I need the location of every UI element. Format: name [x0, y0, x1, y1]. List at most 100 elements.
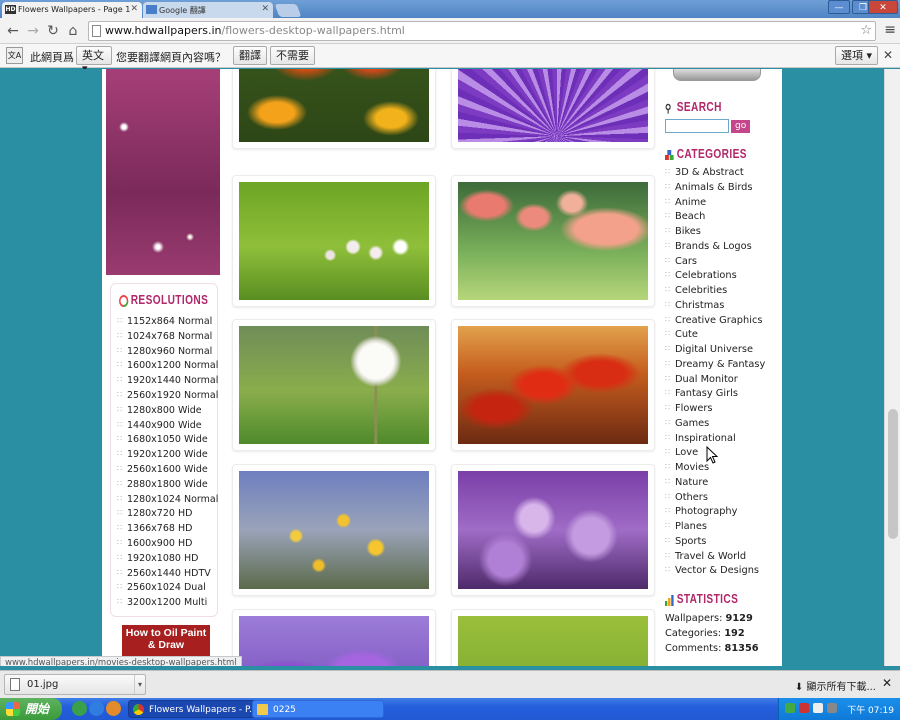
show-all-downloads-link[interactable]: ⬇ 顯示所有下載... — [795, 678, 876, 693]
resolution-link[interactable]: 3200x1200 Multi — [117, 597, 217, 612]
category-link[interactable]: Digital Universe — [665, 344, 770, 359]
category-link[interactable]: Fantasy Girls — [665, 388, 770, 403]
resolution-link[interactable]: 2560x1440 HDTV — [117, 568, 217, 583]
wallpaper-thumbnail-white-clover[interactable] — [232, 175, 436, 307]
no-thanks-button[interactable]: 不需要 — [270, 46, 315, 65]
category-link[interactable]: Vector & Designs — [665, 565, 770, 580]
wallpaper-thumbnail-orange-marigolds[interactable] — [232, 69, 436, 149]
tab-google-translate[interactable]: Google 翻譯 ✕ — [143, 2, 273, 18]
forward-arrow-icon[interactable]: → — [24, 22, 42, 40]
category-link[interactable]: Bikes — [665, 226, 770, 241]
category-link[interactable]: Beach — [665, 211, 770, 226]
category-link[interactable]: Photography — [665, 506, 770, 521]
resolution-link[interactable]: 1920x1440 Normal — [117, 375, 218, 390]
quicklaunch-icon[interactable] — [72, 701, 87, 716]
resolution-link[interactable]: 1600x900 HD — [117, 538, 217, 553]
taskbar-clock: 下午 07:19 — [847, 706, 894, 716]
sparkle-banner-image[interactable] — [106, 69, 220, 275]
reload-icon[interactable]: ↻ — [44, 22, 62, 40]
category-link[interactable]: Dreamy & Fantasy — [665, 359, 770, 374]
scrollbar-thumb[interactable] — [888, 409, 898, 539]
address-bar[interactable]: www.hdwallpapers.in/flowers-desktop-wall… — [88, 21, 876, 41]
bookmark-star-icon[interactable]: ☆ — [860, 22, 872, 40]
wallpaper-thumbnail-purple-crocus[interactable] — [232, 609, 436, 666]
category-link[interactable]: Animals & Birds — [665, 182, 770, 197]
volume-icon[interactable] — [827, 703, 837, 713]
resolution-link[interactable]: 1366x768 HD — [117, 523, 217, 538]
wallpaper-thumbnail-yellow-daisies[interactable] — [232, 464, 436, 596]
download-item[interactable]: 01.jpg ▾ — [4, 674, 146, 695]
resolution-link[interactable]: 2880x1800 Wide — [117, 479, 217, 494]
close-tab-icon[interactable]: ✕ — [261, 4, 269, 14]
category-link[interactable]: Games — [665, 418, 770, 433]
category-link[interactable]: Creative Graphics — [665, 315, 770, 330]
close-tab-icon[interactable]: ✕ — [130, 4, 138, 14]
search-input[interactable] — [665, 119, 729, 133]
media-icon[interactable] — [106, 701, 121, 716]
mouse-cursor-icon — [706, 446, 718, 464]
resolution-link[interactable]: 2560x1600 Wide — [117, 464, 217, 479]
category-link[interactable]: 3D & Abstract — [665, 167, 770, 182]
tray-icon[interactable] — [785, 703, 795, 713]
category-link[interactable]: Cars — [665, 256, 770, 271]
page-scrollbar[interactable] — [884, 69, 900, 666]
category-link[interactable]: Others — [665, 492, 770, 507]
resolution-link[interactable]: 1280x960 Normal — [117, 346, 217, 361]
new-tab-button[interactable] — [274, 4, 302, 17]
chevron-down-icon[interactable]: ▾ — [133, 675, 142, 694]
category-link[interactable]: Cute — [665, 329, 770, 344]
close-infobar-icon[interactable]: ✕ — [883, 48, 893, 62]
wallpaper-thumbnail-purple-lilac[interactable] — [451, 464, 655, 596]
resolution-link[interactable]: 1280x1024 Normal — [117, 494, 218, 509]
ie-icon[interactable] — [89, 701, 104, 716]
translate-prefix: 此網頁爲 — [30, 51, 74, 64]
back-arrow-icon[interactable]: ← — [4, 22, 22, 40]
category-link[interactable]: Travel & World — [665, 551, 770, 566]
resolution-link[interactable]: 1600x1200 Normal — [117, 360, 218, 375]
resolution-link[interactable]: 1280x800 Wide — [117, 405, 217, 420]
category-link[interactable]: Planes — [665, 521, 770, 536]
category-link[interactable]: Flowers — [665, 403, 770, 418]
tray-icon[interactable] — [799, 703, 809, 713]
category-link[interactable]: Celebrations — [665, 270, 770, 285]
wallpaper-thumbnail-green-grass[interactable] — [451, 609, 655, 666]
wallpaper-thumbnail-pink-tulips[interactable] — [451, 175, 655, 307]
tab-flowers-wallpapers[interactable]: HD Flowers Wallpapers - Page 1 ✕ — [2, 2, 142, 18]
resolution-link[interactable]: 1920x1080 HD — [117, 553, 217, 568]
category-link[interactable]: Anime — [665, 197, 770, 212]
wallpaper-thumbnail-purple-flower[interactable] — [451, 69, 655, 149]
resolution-link[interactable]: 2560x1024 Dual — [117, 582, 217, 597]
resolution-list: 1152x864 Normal1024x768 Normal1280x960 N… — [117, 316, 218, 612]
chrome-menu-icon[interactable]: ≡ — [884, 22, 896, 38]
options-button[interactable]: 選項 ▾ — [835, 46, 879, 65]
category-link[interactable]: Nature — [665, 477, 770, 492]
taskbar-item-chrome[interactable]: Flowers Wallpapers - P... — [128, 700, 258, 718]
category-link[interactable]: Dual Monitor — [665, 374, 770, 389]
resolution-link[interactable]: 1280x720 HD — [117, 508, 217, 523]
category-link[interactable]: Christmas — [665, 300, 770, 315]
wallpaper-thumbnail-dandelion[interactable] — [232, 319, 436, 451]
tray-icon[interactable] — [813, 703, 823, 713]
resolution-link[interactable]: 1920x1200 Wide — [117, 449, 217, 464]
category-link[interactable]: Celebrities — [665, 285, 770, 300]
statistic-row: Wallpapers: 9129 — [665, 613, 759, 628]
resolution-link[interactable]: 1024x768 Normal — [117, 331, 217, 346]
resolution-link[interactable]: 1680x1050 Wide — [117, 434, 217, 449]
language-select[interactable]: 英文 ▾ — [76, 46, 112, 75]
category-link[interactable]: Movies — [665, 462, 770, 477]
resolution-link[interactable]: 1152x864 Normal — [117, 316, 217, 331]
wallpaper-thumbnail-red-tulips[interactable] — [451, 319, 655, 451]
resolution-link[interactable]: 2560x1920 Normal — [117, 390, 218, 405]
resolution-link[interactable]: 1440x900 Wide — [117, 420, 217, 435]
close-download-shelf-icon[interactable]: ✕ — [882, 676, 892, 690]
search-go-button[interactable]: go — [731, 119, 751, 133]
translate-button[interactable]: 翻譯 — [233, 46, 267, 65]
minimize-window-button[interactable]: — — [828, 0, 850, 14]
start-button[interactable]: 開始 — [0, 698, 62, 720]
close-window-button[interactable]: ✕ — [868, 0, 898, 14]
taskbar-item-folder[interactable]: 0225 — [252, 700, 384, 718]
category-link[interactable]: Brands & Logos — [665, 241, 770, 256]
home-icon[interactable]: ⌂ — [64, 22, 82, 40]
thumbnail-image — [458, 182, 648, 300]
category-link[interactable]: Sports — [665, 536, 770, 551]
